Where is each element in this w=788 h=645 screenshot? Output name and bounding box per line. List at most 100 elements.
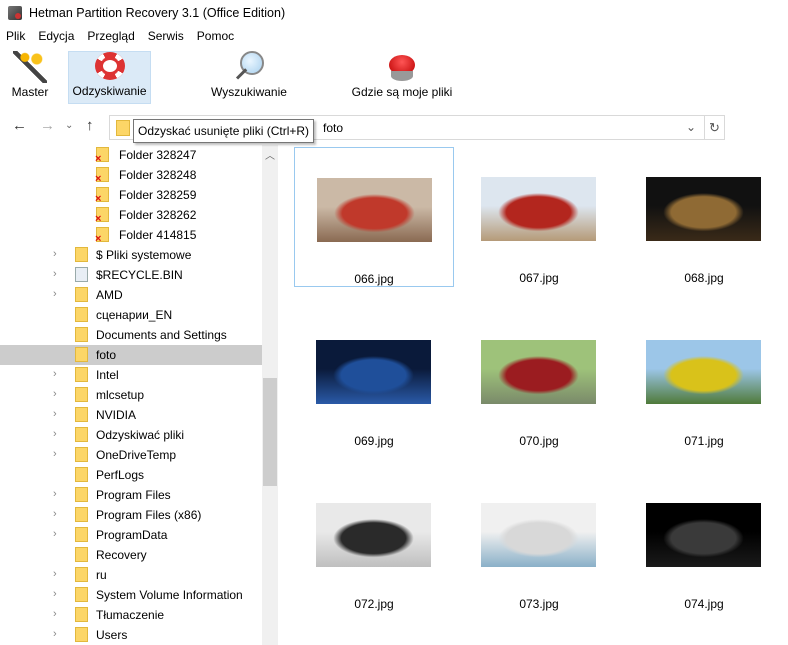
where-are-my-files-button[interactable]: Gdzie są moje pliki bbox=[348, 51, 456, 104]
chevron-right-icon[interactable]: › bbox=[53, 268, 57, 280]
tree-item[interactable]: PerfLogs bbox=[0, 465, 262, 485]
chevron-right-icon[interactable]: › bbox=[53, 608, 57, 620]
tree-item[interactable]: › $RECYCLE.BIN bbox=[0, 265, 262, 285]
tree-item[interactable]: × Folder 328247 bbox=[0, 145, 262, 165]
file-item[interactable]: 069.jpg bbox=[294, 310, 454, 450]
tree-item[interactable]: × Folder 414815 bbox=[0, 225, 262, 245]
folder-icon bbox=[75, 507, 88, 522]
toolbar: Master Odzyskiwanie Wyszukiwanie Gdzie s… bbox=[0, 46, 788, 108]
chevron-right-icon[interactable]: › bbox=[53, 528, 57, 540]
tree-item[interactable]: Recovery bbox=[0, 545, 262, 565]
deleted-icon: × bbox=[95, 173, 102, 185]
chevron-right-icon[interactable]: › bbox=[53, 388, 57, 400]
image-thumbnail bbox=[317, 178, 432, 242]
menu-bar: Plik Edycja Przegląd Serwis Pomoc bbox=[0, 27, 788, 46]
deleted-icon: × bbox=[95, 153, 102, 165]
tree-item[interactable]: › OneDriveTemp bbox=[0, 445, 262, 465]
folder-icon bbox=[75, 587, 88, 602]
tree-scrollbar[interactable]: ︿ bbox=[262, 145, 278, 645]
tree-item[interactable]: Documents and Settings bbox=[0, 325, 262, 345]
tree-item[interactable]: › $ Pliki systemowe bbox=[0, 245, 262, 265]
folder-icon bbox=[75, 347, 88, 362]
up-button[interactable]: ↑ bbox=[86, 117, 94, 134]
back-button[interactable]: ← bbox=[12, 117, 27, 134]
title-bar: Hetman Partition Recovery 3.1 (Office Ed… bbox=[0, 0, 788, 26]
tree-item[interactable]: › Program Files bbox=[0, 485, 262, 505]
file-item[interactable]: 068.jpg bbox=[624, 147, 784, 287]
file-item[interactable]: 074.jpg bbox=[624, 473, 784, 613]
menu-pomoc[interactable]: Pomoc bbox=[197, 27, 234, 46]
tree-item[interactable]: › AMD bbox=[0, 285, 262, 305]
tree-item[interactable]: › System Volume Information bbox=[0, 585, 262, 605]
chevron-right-icon[interactable]: › bbox=[53, 428, 57, 440]
tree-item[interactable]: › NVIDIA bbox=[0, 405, 262, 425]
tree-item[interactable]: × Folder 328248 bbox=[0, 165, 262, 185]
chevron-right-icon[interactable]: › bbox=[53, 448, 57, 460]
chevron-right-icon[interactable]: › bbox=[53, 368, 57, 380]
file-item[interactable]: 071.jpg bbox=[624, 310, 784, 450]
chevron-right-icon[interactable]: › bbox=[53, 488, 57, 500]
menu-serwis[interactable]: Serwis bbox=[148, 27, 184, 46]
tree-item[interactable]: foto bbox=[0, 345, 262, 365]
forward-button[interactable]: → bbox=[40, 117, 55, 134]
window-title: Hetman Partition Recovery 3.1 (Office Ed… bbox=[29, 6, 286, 20]
tree-item[interactable]: × Folder 328259 bbox=[0, 185, 262, 205]
recovery-button[interactable]: Odzyskiwanie bbox=[68, 51, 151, 104]
chevron-right-icon[interactable]: › bbox=[53, 288, 57, 300]
refresh-button[interactable]: ↻ bbox=[705, 115, 725, 140]
tree-item[interactable]: › Program Files (x86) bbox=[0, 505, 262, 525]
deleted-icon: × bbox=[95, 213, 102, 225]
chevron-right-icon[interactable]: › bbox=[53, 628, 57, 640]
file-item[interactable]: 066.jpg bbox=[294, 147, 454, 287]
tooltip: Odzyskać usunięte pliki (Ctrl+R) bbox=[133, 119, 315, 143]
folder-icon bbox=[75, 567, 88, 582]
chevron-right-icon[interactable]: › bbox=[53, 408, 57, 420]
app-icon bbox=[8, 6, 22, 20]
tree-item[interactable]: › Odzyskiwać pliki bbox=[0, 425, 262, 445]
folder-icon: × bbox=[95, 147, 109, 165]
file-item[interactable]: 070.jpg bbox=[459, 310, 619, 450]
chevron-right-icon[interactable]: › bbox=[53, 508, 57, 520]
deleted-icon: × bbox=[95, 233, 102, 245]
tree-item[interactable]: › ru bbox=[0, 565, 262, 585]
chevron-right-icon[interactable]: › bbox=[53, 588, 57, 600]
folder-icon: × bbox=[95, 167, 109, 185]
master-button[interactable]: Master bbox=[6, 51, 54, 104]
magnifier-icon bbox=[232, 51, 266, 83]
image-thumbnail bbox=[646, 503, 761, 567]
chevron-right-icon[interactable]: › bbox=[53, 568, 57, 580]
tree-item[interactable]: × Folder 328262 bbox=[0, 205, 262, 225]
tree-item[interactable]: › ProgramData bbox=[0, 525, 262, 545]
image-thumbnail bbox=[481, 177, 596, 241]
recycle-bin-icon bbox=[75, 267, 88, 282]
image-thumbnail bbox=[481, 503, 596, 567]
breadcrumb-current[interactable]: foto bbox=[323, 121, 343, 135]
tree-item[interactable]: › Tłumaczenie bbox=[0, 605, 262, 625]
file-item[interactable]: 072.jpg bbox=[294, 473, 454, 613]
menu-przegląd[interactable]: Przegląd bbox=[87, 27, 134, 46]
file-item[interactable]: 073.jpg bbox=[459, 473, 619, 613]
image-thumbnail bbox=[316, 503, 431, 567]
folder-tree: × Folder 328247 × Folder 328248 × Folder 3282… bbox=[0, 145, 262, 645]
search-button[interactable]: Wyszukiwanie bbox=[206, 51, 292, 104]
tree-item[interactable]: › mlcsetup bbox=[0, 385, 262, 405]
file-item[interactable]: 067.jpg bbox=[459, 147, 619, 287]
scrollbar-thumb[interactable] bbox=[263, 378, 277, 486]
chevron-right-icon[interactable]: › bbox=[53, 248, 57, 260]
tree-item[interactable]: сценарии_EN bbox=[0, 305, 262, 325]
menu-edycja[interactable]: Edycja bbox=[38, 27, 74, 46]
lifebuoy-icon bbox=[94, 52, 125, 80]
folder-icon bbox=[75, 467, 88, 482]
tree-item[interactable]: › Users bbox=[0, 625, 262, 645]
folder-icon bbox=[75, 387, 88, 402]
history-dropdown[interactable]: ⌄ bbox=[65, 120, 73, 131]
folder-icon bbox=[75, 607, 88, 622]
folder-icon bbox=[75, 487, 88, 502]
folder-icon bbox=[75, 447, 88, 462]
scroll-up-icon[interactable]: ︿ bbox=[262, 147, 278, 162]
menu-plik[interactable]: Plik bbox=[6, 27, 25, 46]
tree-item[interactable]: › Intel bbox=[0, 365, 262, 385]
image-thumbnail bbox=[646, 340, 761, 404]
chevron-down-icon[interactable]: ⌄ bbox=[686, 120, 696, 134]
deleted-icon: × bbox=[95, 193, 102, 205]
